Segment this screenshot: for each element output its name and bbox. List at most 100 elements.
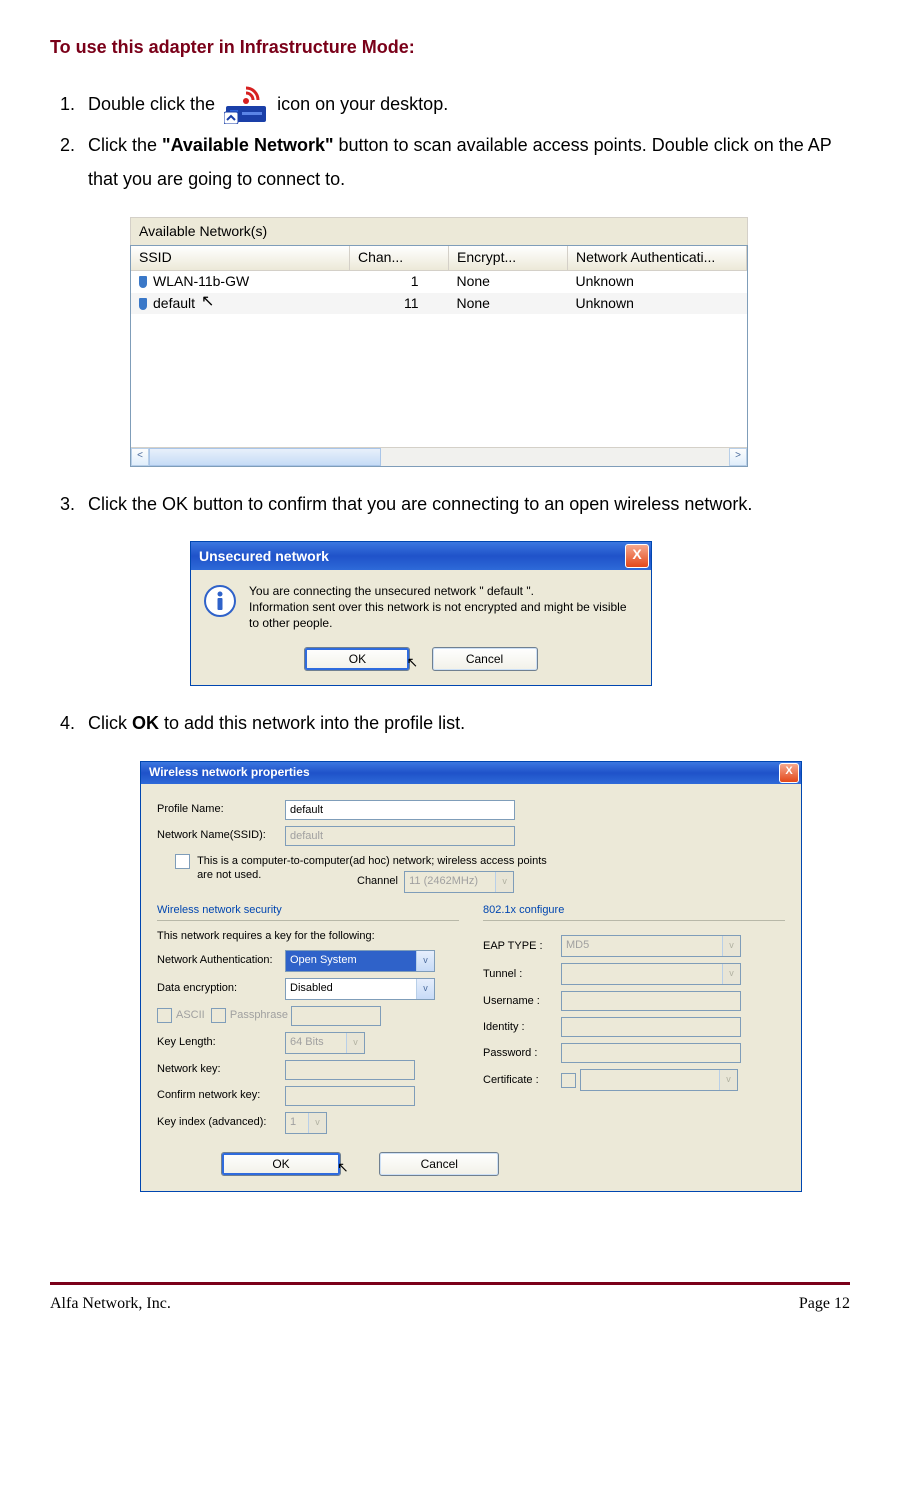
cancel-button[interactable]: Cancel xyxy=(379,1152,499,1176)
step-4-bold: OK xyxy=(132,713,159,733)
step-2-bold: "Available Network" xyxy=(162,135,333,155)
step-2: Click the "Available Network" button to … xyxy=(80,128,850,196)
scroll-left-button[interactable]: < xyxy=(131,448,149,466)
label-password: Password : xyxy=(483,1046,561,1061)
8021x-group: 802.1x configure EAP TYPE : MD5v Tunnel … xyxy=(483,903,785,1140)
chevron-down-icon: v xyxy=(346,1033,364,1053)
dialog-titlebar[interactable]: Unsecured network X xyxy=(191,542,651,570)
channel-select: 11 (2462MHz)v xyxy=(404,871,514,893)
row-profile-name: Profile Name: default xyxy=(157,800,785,820)
label-certificate: Certificate : xyxy=(483,1073,561,1088)
label-ascii: ASCII xyxy=(176,1008,205,1023)
close-button[interactable]: X xyxy=(779,763,799,783)
identity-input xyxy=(561,1017,741,1037)
enc-value: Disabled xyxy=(290,982,333,994)
adhoc-checkbox[interactable] xyxy=(175,854,190,869)
screenshot-available-networks: Available Network(s) SSID Chan... Encryp… xyxy=(130,217,748,468)
channel-row: Channel 11 (2462MHz)v xyxy=(357,871,785,893)
keylen-select: 64 Bitsv xyxy=(285,1032,365,1054)
label-passphrase: Passphrase xyxy=(230,1008,288,1023)
profile-name-input[interactable]: default xyxy=(285,800,515,820)
scroll-thumb[interactable] xyxy=(149,448,381,466)
horizontal-scrollbar[interactable]: < > xyxy=(131,447,747,466)
col-encrypt[interactable]: Encrypt... xyxy=(449,246,568,271)
dialog-message: You are connecting the unsecured network… xyxy=(249,584,639,631)
dialog-body: You are connecting the unsecured network… xyxy=(191,570,651,643)
label-username: Username : xyxy=(483,994,561,1009)
table-row[interactable]: WLAN-11b-GW 1 None Unknown xyxy=(131,271,747,293)
scroll-right-button[interactable]: > xyxy=(729,448,747,466)
steps-list-cont: Click the OK button to confirm that you … xyxy=(50,487,850,521)
chevron-down-icon[interactable]: v xyxy=(416,951,434,971)
dialog-buttons: OK↖ Cancel xyxy=(221,1152,785,1177)
wifi-icon xyxy=(139,298,147,310)
cell-enc: None xyxy=(449,271,568,293)
label-keylen: Key Length: xyxy=(157,1035,285,1050)
dialog-buttons: OK↖ Cancel xyxy=(191,643,651,685)
row-identity: Identity : xyxy=(483,1017,785,1037)
ok-button[interactable]: OK xyxy=(221,1152,341,1176)
row-ascii-pass: ASCII Passphrase xyxy=(157,1006,459,1026)
table-header-row: SSID Chan... Encrypt... Network Authenti… xyxy=(131,246,747,271)
eap-select: MD5 v xyxy=(561,935,741,957)
scroll-track[interactable] xyxy=(149,448,729,466)
label-tunnel: Tunnel : xyxy=(483,967,561,982)
row-eap: EAP TYPE : MD5v xyxy=(483,935,785,957)
row-enc: Data encryption: Disabled v xyxy=(157,978,459,1000)
ok-button[interactable]: OK xyxy=(304,647,410,671)
ssid-input: default xyxy=(285,826,515,846)
group-label-security: Wireless network security xyxy=(157,903,459,918)
dialog-title: Wireless network properties xyxy=(149,764,310,780)
table-row[interactable]: default 11 None Unknown xyxy=(131,293,747,315)
netkey-input xyxy=(285,1060,415,1080)
col-ssid[interactable]: SSID xyxy=(131,246,350,271)
8021x-groupbox: EAP TYPE : MD5v Tunnel : v Username : Id… xyxy=(483,920,785,1091)
security-desc: This network requires a key for the foll… xyxy=(157,929,459,944)
page-footer: Alfa Network, Inc. Page 12 xyxy=(50,1289,850,1319)
screenshot-properties-dialog: Wireless network properties X Profile Na… xyxy=(140,761,802,1192)
step-1: Double click the icon on your desktop. xyxy=(80,84,850,124)
footer-left: Alfa Network, Inc. xyxy=(50,1289,171,1319)
row-password: Password : xyxy=(483,1043,785,1063)
password-input xyxy=(561,1043,741,1063)
chevron-down-icon: v xyxy=(722,964,740,984)
row-keylen: Key Length: 64 Bitsv xyxy=(157,1032,459,1054)
ssid-text: default xyxy=(153,295,195,311)
row-cnetkey: Confirm network key: xyxy=(157,1086,459,1106)
label-netkey: Network key: xyxy=(157,1062,285,1077)
channel-value: 11 (2462MHz) xyxy=(409,875,478,887)
passphrase-input xyxy=(291,1006,381,1026)
eap-value: MD5 xyxy=(566,939,589,951)
dialog-titlebar[interactable]: Wireless network properties X xyxy=(141,762,801,784)
label-enc: Data encryption: xyxy=(157,981,285,996)
step-1-text-a: Double click the xyxy=(88,94,220,114)
info-icon xyxy=(203,584,237,618)
chevron-down-icon: v xyxy=(722,936,740,956)
wifi-utility-icon xyxy=(224,84,268,124)
cell-enc: None xyxy=(449,293,568,315)
chevron-down-icon: v xyxy=(719,1070,737,1090)
close-button[interactable]: X xyxy=(625,544,649,568)
cell-chan: 1 xyxy=(350,271,449,293)
msg-line-1: You are connecting the unsecured network… xyxy=(249,584,639,600)
auth-select[interactable]: Open Systemv xyxy=(285,950,435,972)
mouse-cursor-icon: ↖ xyxy=(201,294,214,310)
network-listbox[interactable]: SSID Chan... Encrypt... Network Authenti… xyxy=(130,245,748,467)
dialog-body: Profile Name: default Network Name(SSID)… xyxy=(141,784,801,1191)
enc-select[interactable]: Disabled v xyxy=(285,978,435,1000)
certificate-checkbox xyxy=(561,1073,576,1088)
steps-list: Double click the icon on your desktop. C… xyxy=(50,84,850,196)
mouse-cursor-icon: ↖ xyxy=(406,653,418,671)
passphrase-checkbox xyxy=(211,1008,226,1023)
row-keyidx: Key index (advanced): 1v xyxy=(157,1112,459,1134)
col-channel[interactable]: Chan... xyxy=(350,246,449,271)
cell-auth: Unknown xyxy=(568,293,747,315)
step-3: Click the OK button to confirm that you … xyxy=(80,487,850,521)
row-username: Username : xyxy=(483,991,785,1011)
tunnel-select: v xyxy=(561,963,741,985)
available-networks-label: Available Network(s) xyxy=(130,217,748,246)
chevron-down-icon[interactable]: v xyxy=(416,979,434,999)
section-heading: To use this adapter in Infrastructure Mo… xyxy=(50,30,850,64)
col-auth[interactable]: Network Authenticati... xyxy=(568,246,747,271)
cancel-button[interactable]: Cancel xyxy=(432,647,538,671)
